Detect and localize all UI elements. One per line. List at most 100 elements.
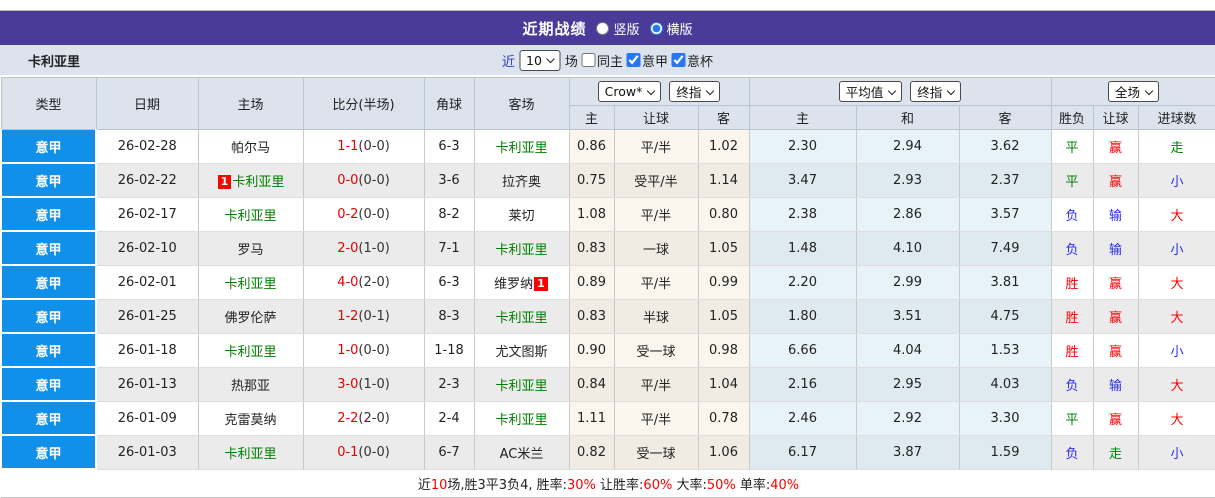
chevron-down-icon — [706, 86, 715, 95]
handicap-index-select[interactable]: 终指 — [669, 81, 721, 102]
corner-cell: 8-2 — [424, 197, 475, 232]
serie-a-checkbox-input[interactable] — [626, 53, 641, 67]
result-goals: 小 — [1138, 231, 1215, 266]
team-name: 卡利亚里 — [495, 378, 548, 394]
home-team-cell: 卡利亚里 — [198, 197, 304, 232]
result-handicap: 赢 — [1093, 299, 1139, 334]
same-home-checkbox[interactable]: 同主 — [581, 51, 623, 70]
result-goals: 小 — [1138, 333, 1215, 368]
handicap-home-odds: 0.82 — [569, 435, 615, 470]
col-header-date: 日期 — [95, 77, 199, 130]
recent-label: 近 — [502, 54, 516, 70]
home-team-cell: 帕尔马 — [198, 129, 304, 164]
result-outcome: 平 — [1051, 401, 1094, 436]
italy-cup-checkbox[interactable]: 意杯 — [671, 51, 713, 70]
avg-draw-odds: 4.10 — [856, 231, 960, 266]
horizontal-radio-label: 横版 — [666, 22, 693, 38]
subheader-avg-home: 主 — [748, 105, 857, 130]
handicap-home-odds: 0.75 — [569, 163, 615, 198]
horizontal-radio-input[interactable] — [649, 21, 663, 35]
serie-a-checkbox[interactable]: 意甲 — [626, 51, 668, 70]
layout-horizontal-option[interactable]: 横版 — [649, 19, 693, 38]
filter-bar: 卡利亚里 近 10 场 同主 意甲 意杯 — [0, 45, 1215, 77]
team-name: AC米兰 — [499, 446, 544, 462]
handicap-home-odds: 0.83 — [569, 231, 615, 266]
corner-cell: 6-3 — [424, 265, 475, 300]
corner-cell: 6-7 — [424, 435, 475, 470]
result-outcome: 胜 — [1051, 333, 1094, 368]
italy-cup-checkbox-input[interactable] — [671, 53, 686, 67]
away-team-cell: 维罗纳 1 — [474, 265, 570, 300]
avg-home-odds: 6.66 — [749, 333, 857, 368]
away-team-cell: AC米兰 — [474, 435, 570, 470]
avg-index-select[interactable]: 终指 — [910, 81, 962, 102]
layout-vertical-option[interactable]: 竖版 — [596, 19, 640, 38]
results-table: 类型 日期 主场 比分(半场) 角球 客场 Crow* 终指 平均值 终指 全场 — [0, 77, 1215, 498]
result-handicap: 赢 — [1093, 333, 1139, 368]
home-team-cell: 佛罗伦萨 — [198, 299, 304, 334]
team-name: 卡利亚里 — [495, 310, 548, 326]
away-team-cell: 拉齐奥 — [474, 163, 570, 198]
avg-away-odds: 4.75 — [959, 299, 1052, 334]
league-cell: 意甲 — [0, 231, 97, 266]
date-cell: 26-02-22 — [96, 163, 199, 198]
col-header-away: 客场 — [473, 77, 570, 130]
away-team-cell: 卡利亚里 — [474, 129, 570, 164]
avg-draw-odds: 2.86 — [856, 197, 960, 232]
result-outcome: 胜 — [1051, 265, 1094, 300]
result-outcome: 负 — [1051, 197, 1094, 232]
corner-cell: 6-3 — [424, 129, 475, 164]
handicap-line: 半球 — [614, 299, 699, 334]
result-handicap: 输 — [1093, 231, 1139, 266]
team-name: 卡利亚里 — [495, 140, 548, 156]
col-header-type: 类型 — [0, 77, 97, 130]
table-row: 意甲 26-02-22 1 卡利亚里 0-0(0-0) 3-6 拉齐奥 0.75 受平/半 1.1… — [0, 163, 1215, 198]
avg-away-odds: 3.81 — [959, 265, 1052, 300]
avg-home-odds: 2.30 — [749, 129, 857, 164]
avg-away-odds: 3.62 — [959, 129, 1052, 164]
vertical-radio-label: 竖版 — [613, 22, 640, 38]
vertical-radio-input[interactable] — [596, 21, 610, 35]
result-goals: 大 — [1138, 197, 1215, 232]
italy-cup-label: 意杯 — [686, 54, 713, 70]
away-team-cell: 莱切 — [474, 197, 570, 232]
fulltime-scope-select[interactable]: 全场 — [1108, 81, 1160, 102]
avg-type-select[interactable]: 平均值 — [838, 81, 903, 102]
result-outcome: 负 — [1051, 367, 1094, 402]
handicap-company-select[interactable]: Crow* — [597, 81, 662, 102]
avg-away-odds: 1.59 — [959, 435, 1052, 470]
focus-team-name: 卡利亚里 — [28, 54, 81, 70]
home-team-cell: 罗马 — [198, 231, 304, 266]
table-row: 意甲 26-02-10 罗马 2-0(1-0) 7-1 卡利亚里 0.83 一球 1.05 1.4… — [0, 231, 1215, 266]
summary-segment: 30% — [567, 478, 596, 493]
handicap-home-odds: 1.08 — [569, 197, 615, 232]
avg-draw-odds: 2.92 — [856, 401, 960, 436]
score-cell: 2-0(1-0) — [303, 231, 425, 266]
league-cell: 意甲 — [0, 367, 97, 402]
result-handicap: 赢 — [1093, 265, 1139, 300]
same-home-label: 同主 — [596, 54, 623, 70]
handicap-away-odds: 1.04 — [698, 367, 750, 402]
table-row: 意甲 26-02-01 卡利亚里 4-0(2-0) 6-3 维罗纳 1 0.89 平/半 0.99… — [0, 265, 1215, 300]
recent-count-select[interactable]: 10 — [519, 49, 561, 71]
team-name: 卡利亚里 — [224, 276, 277, 292]
chevron-down-icon — [546, 54, 556, 64]
handicap-away-odds: 0.80 — [698, 197, 750, 232]
team-name: 卡利亚里 — [495, 242, 548, 258]
summary-segment: 近 — [417, 478, 431, 493]
league-cell: 意甲 — [0, 129, 97, 164]
team-name: 罗马 — [237, 242, 264, 258]
handicap-home-odds: 1.11 — [569, 401, 615, 436]
result-outcome: 平 — [1051, 163, 1094, 198]
chevron-down-icon — [888, 86, 897, 95]
result-outcome: 平 — [1051, 129, 1094, 164]
team-name: 维罗纳 — [494, 276, 534, 292]
corner-cell: 1-18 — [424, 333, 475, 368]
subheader-handicap-line: 让球 — [613, 105, 699, 130]
league-cell: 意甲 — [0, 265, 97, 300]
handicap-away-odds: 0.78 — [698, 401, 750, 436]
handicap-odds-group: Crow* 终指 — [568, 77, 750, 106]
same-home-checkbox-input[interactable] — [581, 53, 596, 67]
avg-home-odds: 2.46 — [749, 401, 857, 436]
result-handicap: 输 — [1093, 367, 1139, 402]
